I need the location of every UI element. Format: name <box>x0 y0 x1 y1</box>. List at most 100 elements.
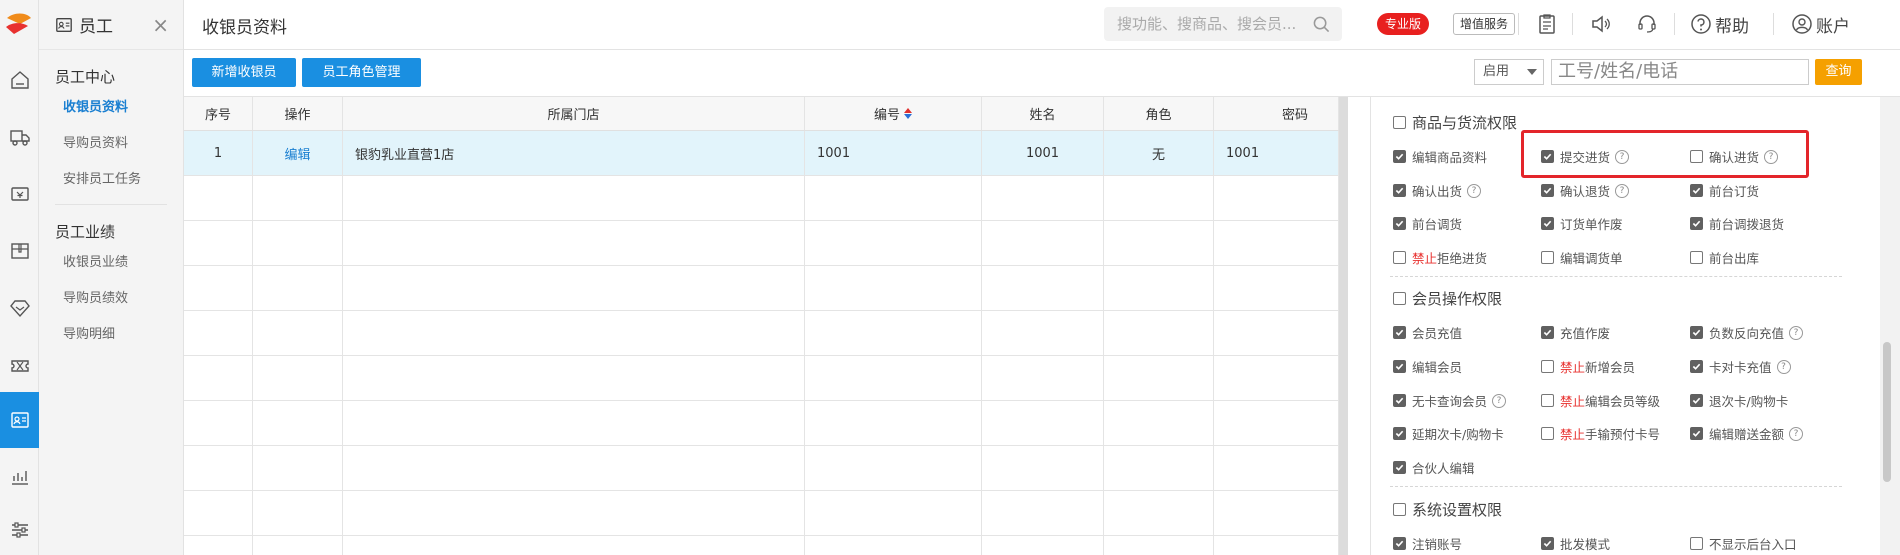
edit-link[interactable]: 编辑 <box>253 131 343 175</box>
checkbox-checked[interactable] <box>1690 360 1703 373</box>
query-button[interactable]: 查询 <box>1815 59 1862 85</box>
table-row[interactable]: 1 编辑 银豹乳业直营1店 1001 1001 无 1001 <box>184 131 1339 176</box>
checkbox-unchecked[interactable] <box>1541 394 1554 407</box>
permission-item[interactable]: 前台调拨退货 <box>1690 214 1784 233</box>
permission-item[interactable]: 确认退货? <box>1541 181 1630 200</box>
permission-item[interactable]: 前台调货 <box>1393 214 1462 233</box>
value-added-button[interactable]: 增值服务 <box>1453 13 1516 35</box>
close-icon[interactable]: × <box>152 13 169 37</box>
permission-item[interactable]: 编辑调货单 <box>1541 248 1623 267</box>
permission-item[interactable]: 确认出货? <box>1393 181 1482 200</box>
permission-item[interactable]: 充值作废 <box>1541 323 1610 342</box>
permission-item[interactable]: 批发模式 <box>1541 534 1610 553</box>
checkbox-unchecked[interactable] <box>1690 537 1703 550</box>
nav-item-cashier-performance[interactable]: 收银员业绩 <box>39 245 183 281</box>
checkbox-unchecked[interactable] <box>1541 360 1554 373</box>
app-logo-icon[interactable] <box>4 10 34 38</box>
sort-icon[interactable] <box>904 108 912 119</box>
permission-item[interactable]: 编辑赠送金额? <box>1690 424 1804 443</box>
role-manage-button[interactable]: 员工角色管理 <box>302 58 421 87</box>
permission-item[interactable]: 禁止 拒绝进货 <box>1393 248 1487 267</box>
permission-item[interactable]: 会员充值 <box>1393 323 1462 342</box>
permission-section-title[interactable]: 会员操作权限 <box>1393 288 1502 309</box>
help-circle-icon[interactable]: ? <box>1615 183 1630 198</box>
section-checkbox[interactable] <box>1393 292 1406 305</box>
permission-section-title[interactable]: 系统设置权限 <box>1393 499 1502 520</box>
permission-item[interactable]: 禁止 新增会员 <box>1541 357 1635 376</box>
col-header-code-sort[interactable]: 编号 <box>805 97 982 130</box>
section-checkbox[interactable] <box>1393 503 1406 516</box>
checkbox-checked[interactable] <box>1541 217 1554 230</box>
coupon-icon[interactable] <box>0 337 39 393</box>
checkbox-checked[interactable] <box>1541 184 1554 197</box>
pro-edition-badge[interactable]: 专业版 <box>1377 13 1430 35</box>
checkbox-checked[interactable] <box>1393 461 1406 474</box>
permission-item[interactable]: 前台出库 <box>1690 248 1759 267</box>
permission-item[interactable]: 延期次卡/购物卡 <box>1393 424 1504 443</box>
search-icon[interactable] <box>1313 16 1330 33</box>
checkbox-checked[interactable] <box>1393 326 1406 339</box>
global-search-input[interactable]: 搜功能、搜商品、搜会员... <box>1104 7 1342 41</box>
help-button[interactable]: 帮助 <box>1690 10 1749 38</box>
permission-item[interactable]: 订货单作废 <box>1541 214 1623 233</box>
permission-item[interactable]: 无卡查询会员? <box>1393 391 1507 410</box>
checkbox-checked[interactable] <box>1690 427 1703 440</box>
help-circle-icon[interactable]: ? <box>1467 183 1482 198</box>
help-circle-icon[interactable]: ? <box>1789 426 1804 441</box>
cashier-icon[interactable] <box>0 166 39 222</box>
employee-icon[interactable] <box>0 392 39 448</box>
checkbox-checked[interactable] <box>1393 360 1406 373</box>
speaker-icon[interactable] <box>1590 10 1612 38</box>
permission-item[interactable]: 不显示后台入口 <box>1690 534 1797 553</box>
nav-item-guide-profile[interactable]: 导购员资料 <box>39 126 183 162</box>
add-cashier-button[interactable]: 新增收银员 <box>192 58 296 87</box>
checkbox-checked[interactable] <box>1393 537 1406 550</box>
support-headset-icon[interactable] <box>1636 10 1658 38</box>
checkbox-checked[interactable] <box>1393 184 1406 197</box>
permission-item[interactable]: 负数反向充值? <box>1690 323 1804 342</box>
keyword-input[interactable]: 工号/姓名/电话 <box>1551 59 1809 85</box>
diamond-icon[interactable] <box>0 280 39 336</box>
checkbox-checked[interactable] <box>1690 394 1703 407</box>
checkbox-checked[interactable] <box>1690 184 1703 197</box>
permission-item[interactable]: 退次卡/购物卡 <box>1690 391 1788 410</box>
help-circle-icon[interactable]: ? <box>1789 325 1804 340</box>
checkbox-checked[interactable] <box>1690 326 1703 339</box>
chart-icon[interactable] <box>0 448 39 504</box>
nav-item-arrange-task[interactable]: 安排员工任务 <box>39 162 183 198</box>
help-circle-icon[interactable]: ? <box>1776 359 1791 374</box>
checkbox-checked[interactable] <box>1690 217 1703 230</box>
help-circle-icon[interactable]: ? <box>1492 393 1507 408</box>
permission-item[interactable]: 禁止 手输预付卡号 <box>1541 424 1660 443</box>
home-icon[interactable] <box>0 52 39 108</box>
permission-item[interactable]: 卡对卡充值? <box>1690 357 1791 376</box>
permission-section-title[interactable]: 商品与货流权限 <box>1393 112 1517 133</box>
nav-item-guide-detail[interactable]: 导购明细 <box>39 317 183 353</box>
nav-item-cashier-profile[interactable]: 收银员资料 <box>39 90 183 126</box>
scrollbar-thumb[interactable] <box>1883 342 1891 482</box>
panel-scrollbar[interactable] <box>1880 97 1900 555</box>
nav-item-guide-performance[interactable]: 导购员绩效 <box>39 281 183 317</box>
checkbox-checked[interactable] <box>1393 394 1406 407</box>
permission-item[interactable]: 前台订货 <box>1690 181 1759 200</box>
checkbox-checked[interactable] <box>1393 217 1406 230</box>
truck-icon[interactable] <box>0 109 39 165</box>
settings-sliders-icon[interactable] <box>0 502 39 555</box>
checkbox-unchecked[interactable] <box>1541 251 1554 264</box>
checkbox-unchecked[interactable] <box>1393 251 1406 264</box>
permission-item[interactable]: 合伙人编辑 <box>1393 458 1475 477</box>
section-checkbox[interactable] <box>1393 116 1406 129</box>
status-select[interactable]: 启用 <box>1474 59 1544 85</box>
splitter-scrollbar[interactable] <box>1339 97 1348 555</box>
checkbox-checked[interactable] <box>1393 150 1406 163</box>
checkbox-checked[interactable] <box>1541 326 1554 339</box>
permission-item[interactable]: 禁止 编辑会员等级 <box>1541 391 1660 410</box>
permission-item[interactable]: 编辑会员 <box>1393 357 1462 376</box>
checkbox-unchecked[interactable] <box>1541 427 1554 440</box>
checkbox-unchecked[interactable] <box>1690 251 1703 264</box>
box-icon[interactable] <box>0 223 39 279</box>
permission-item[interactable]: 编辑商品资料 <box>1393 147 1487 166</box>
permission-item[interactable]: 注销账号 <box>1393 534 1462 553</box>
checkbox-checked[interactable] <box>1541 537 1554 550</box>
account-button[interactable]: 账户 <box>1791 10 1850 38</box>
